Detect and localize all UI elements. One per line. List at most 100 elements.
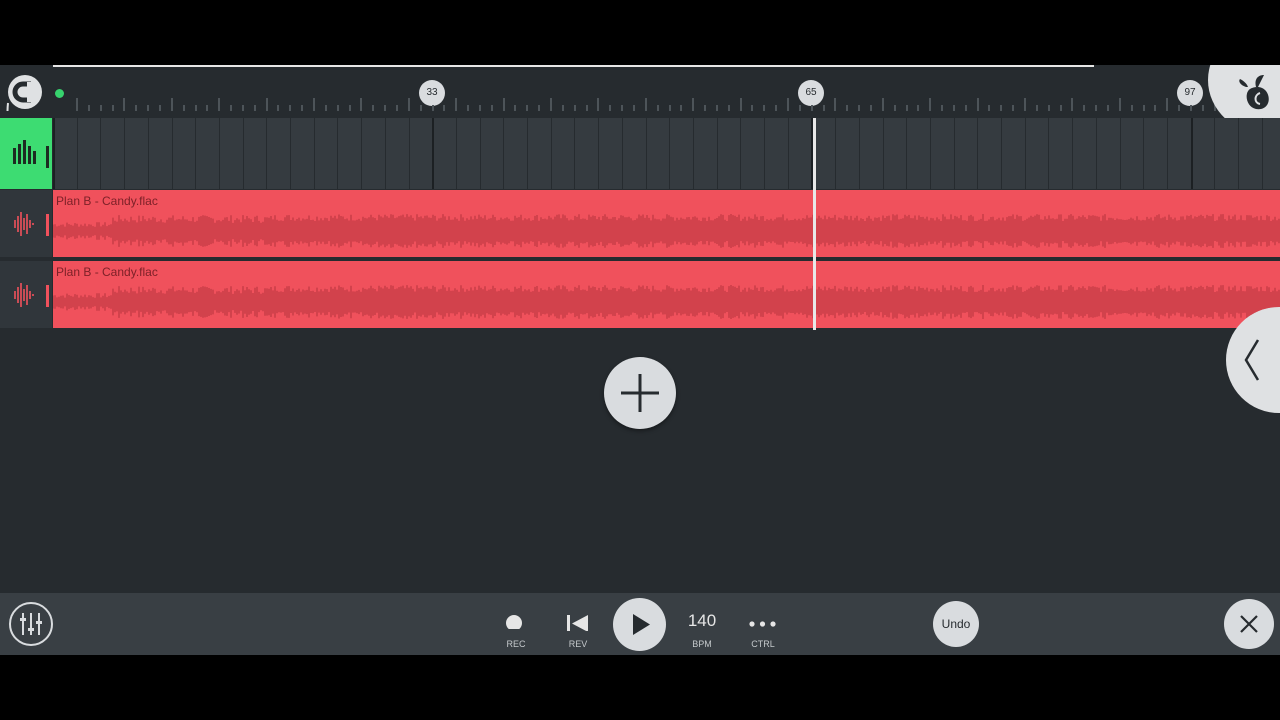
ruler-tick [526,105,529,111]
ruler-tick [621,105,624,111]
playhead[interactable] [813,118,816,330]
ruler-tick [1095,105,1098,111]
chevron-left-icon [1244,339,1260,381]
close-button[interactable] [1224,599,1274,649]
grid-line [1024,118,1026,189]
grid-line [692,118,694,189]
bar-marker-33: 33 [419,80,445,106]
ctrl-label: CTRL [751,639,775,649]
plus-icon [621,374,659,412]
grid-line [53,118,55,189]
ruler-tick [739,98,742,111]
ctrl-button[interactable]: CTRL [743,605,783,651]
ruler-tick [1201,105,1204,111]
rewind-button[interactable]: REV [558,605,598,651]
ruler-tick [1012,105,1015,111]
ruler-tick [277,105,280,111]
side-panel-toggle[interactable] [1226,307,1280,413]
ruler-tick [988,105,991,111]
ruler-tick [431,105,434,111]
grid-line [432,118,435,189]
ruler-tick [1047,105,1050,111]
loop-start-dot[interactable] [55,89,64,98]
ruler-tick [313,98,315,111]
grid-line [218,118,220,189]
mixer-button[interactable] [8,601,54,647]
grid-line [882,118,884,189]
audio-track-2-header[interactable] [0,261,52,328]
grid-line [290,118,291,189]
ruler-tick [1035,105,1038,111]
ruler-tick [76,98,78,111]
audio-clip[interactable]: Plan B - Candy.flac [53,190,1280,257]
bpm-value: 140 [687,611,717,630]
grid-line [242,118,244,189]
play-button[interactable] [613,598,666,651]
timeline-ruler[interactable]: 33 65 97 [53,67,1280,115]
grid-line [384,118,386,189]
ruler-tick [952,105,955,111]
ruler-tick [289,105,292,111]
ruler-tick [597,98,600,111]
grid-line [574,118,576,189]
pattern-grid[interactable] [53,118,1280,189]
clip-name: Plan B - Candy.flac [56,265,158,279]
grid-line [1072,118,1074,189]
ruler-tick [514,105,517,111]
audio-track-2[interactable]: Plan B - Candy.flac [0,261,1280,328]
grid-line [787,118,789,189]
ruler-tick [206,105,209,111]
grid-line [1238,118,1239,189]
ruler-tick [230,105,233,111]
ruler-tick [941,105,944,111]
grid-line [858,118,860,189]
waveform-icon [14,212,49,236]
grid-line [716,118,718,189]
ruler-tick [561,105,564,111]
ruler-tick [964,105,967,111]
tempo-control[interactable]: 140 BPM [672,593,732,653]
ruler-tick [372,105,375,111]
ruler-tick [775,105,778,111]
ruler-tick [751,105,754,111]
magnet-icon[interactable] [6,73,44,134]
audio-track-1[interactable]: Plan B - Candy.flac [0,190,1280,257]
ruler-tick [1071,98,1074,111]
ruler-tick [917,105,920,111]
ruler-tick [680,105,683,111]
ruler-tick [550,98,552,111]
audio-track-1-header[interactable] [0,190,52,257]
ruler-tick [502,98,505,111]
ruler-tick [798,105,801,111]
undo-button[interactable]: Undo [933,601,979,647]
add-track-button[interactable] [604,357,676,429]
ruler-tick [467,105,470,111]
ruler-tick [384,105,387,111]
grid-line [764,118,765,189]
ruler-tick [170,98,173,111]
ruler-tick [1178,105,1181,111]
ruler-tick [656,105,659,111]
grid-line [835,118,837,189]
equalizer-icon [13,140,49,168]
ruler-tick [1083,105,1086,111]
ruler-tick [395,105,398,111]
ruler-tick [87,105,90,111]
grid-line [527,118,528,189]
pattern-track[interactable] [0,118,1280,189]
ruler-tick [727,105,730,111]
grid-line [408,118,410,189]
pattern-track-header[interactable] [0,118,52,189]
ruler-tick [123,98,126,111]
grid-line [1048,118,1050,189]
ruler-tick [976,98,979,111]
ruler-tick [336,105,339,111]
audio-clip[interactable]: Plan B - Candy.flac [53,261,1280,328]
grid-line [953,118,955,189]
ruler-tick [692,98,695,111]
ruler-tick [348,105,351,111]
ruler-tick [241,105,244,111]
ruler-tick [147,105,150,111]
ruler-tick [763,105,766,111]
record-button[interactable]: REC [496,605,536,651]
